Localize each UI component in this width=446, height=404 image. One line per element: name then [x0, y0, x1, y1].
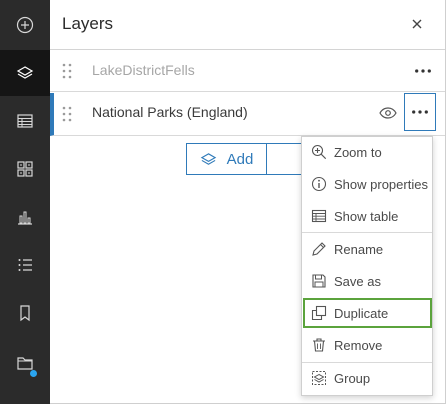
layers-icon: [16, 66, 34, 79]
menu-item-label: Duplicate: [334, 306, 389, 321]
table-tool-button[interactable]: [0, 98, 50, 144]
menu-item-duplicate[interactable]: Duplicate: [303, 298, 432, 328]
charts-icon: [18, 211, 32, 225]
zoom-in-icon: [311, 144, 327, 160]
panel-title: Layers: [62, 14, 114, 33]
drag-handle-icon[interactable]: [62, 106, 72, 122]
basemap-tool-button[interactable]: [0, 146, 50, 192]
layer-options-button-active[interactable]: [404, 93, 436, 131]
close-icon[interactable]: [409, 16, 425, 32]
pencil-icon: [312, 242, 326, 256]
layers-tool-button[interactable]: [0, 50, 50, 96]
legend-tool-button[interactable]: [0, 242, 50, 288]
layers-add-icon: [200, 152, 216, 165]
duplicate-icon: [311, 305, 327, 321]
table-icon: [311, 209, 327, 223]
menu-item-label: Zoom to: [334, 145, 382, 160]
drag-handle-icon[interactable]: [62, 63, 72, 79]
layer-row-lakedistrictfells[interactable]: LakeDistrictFells: [50, 50, 445, 92]
more-options-icon: [412, 110, 428, 114]
info-icon: [311, 176, 327, 192]
menu-item-label: Save as: [334, 274, 381, 289]
legend-icon: [18, 259, 32, 271]
menu-item-group[interactable]: Group: [302, 364, 432, 392]
layer-row-national-parks[interactable]: National Parks (England): [50, 93, 445, 136]
menu-item-label: Remove: [334, 338, 383, 353]
panel-header: Layers: [50, 0, 445, 50]
table-icon: [17, 114, 33, 128]
menu-item-label: Show table: [334, 209, 399, 224]
menu-item-show-properties[interactable]: Show properties: [302, 170, 432, 198]
bookmarks-icon: [20, 305, 30, 322]
left-toolbar: [0, 0, 50, 404]
save-icon: [312, 274, 326, 288]
menu-item-label: Show properties: [334, 177, 428, 192]
layer-context-menu: Zoom to Show properties Show table Renam…: [301, 136, 433, 396]
visibility-eye-icon[interactable]: [379, 106, 397, 120]
menu-item-label: Group: [334, 371, 371, 386]
basemap-gallery-icon: [17, 161, 33, 177]
charts-tool-button[interactable]: [0, 194, 50, 240]
layer-name: LakeDistrictFells: [92, 62, 195, 78]
menu-separator: [302, 232, 432, 233]
menu-item-zoom-to[interactable]: Zoom to: [302, 138, 432, 166]
bookmarks-tool-button[interactable]: [0, 290, 50, 336]
menu-item-label: Rename: [334, 242, 384, 257]
add-layer-button[interactable]: Add: [187, 144, 267, 174]
menu-item-save-as[interactable]: Save as: [302, 267, 432, 295]
menu-separator: [302, 362, 432, 363]
folder-tool-button[interactable]: [0, 340, 50, 386]
notification-badge: [30, 370, 37, 377]
layer-options-button[interactable]: [413, 62, 433, 80]
trash-icon: [313, 338, 325, 352]
menu-item-show-table[interactable]: Show table: [302, 202, 432, 230]
more-options-icon: [415, 69, 431, 73]
layer-name: National Parks (England): [92, 104, 248, 120]
group-icon: [312, 371, 326, 385]
add-label: Add: [226, 150, 254, 168]
add-icon: [16, 16, 34, 34]
menu-item-rename[interactable]: Rename: [302, 235, 432, 263]
menu-item-remove[interactable]: Remove: [302, 331, 432, 359]
add-tool-button[interactable]: [0, 2, 50, 48]
